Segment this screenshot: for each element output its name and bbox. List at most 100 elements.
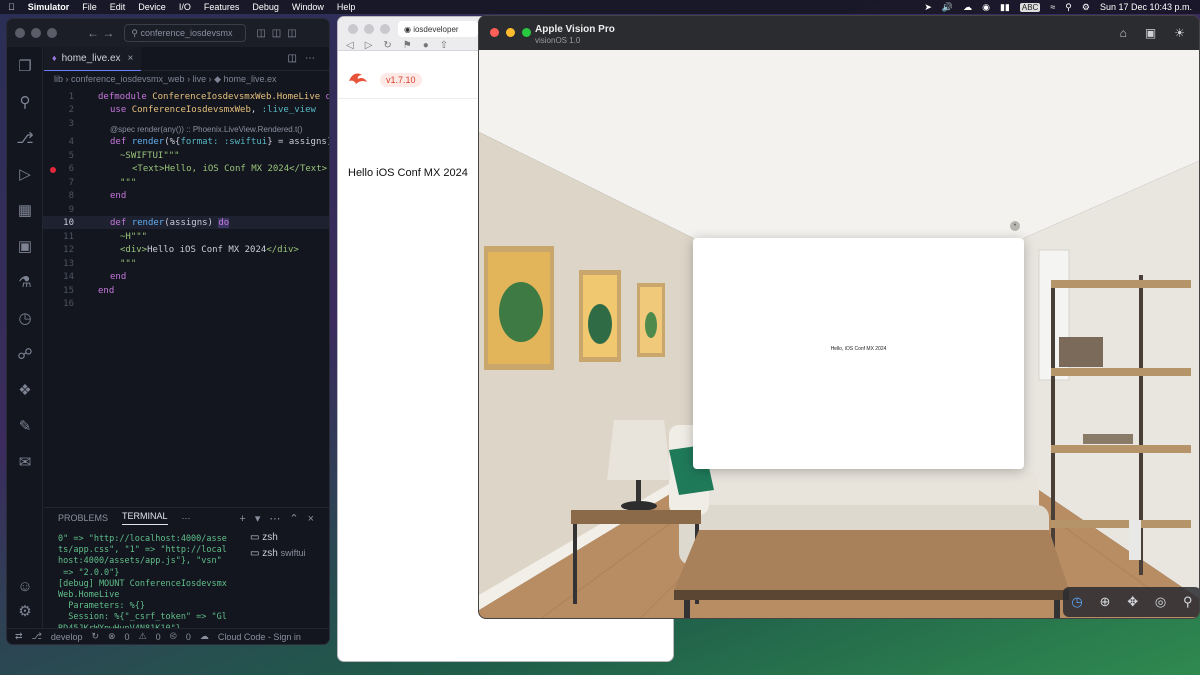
immersive-environment[interactable]: • Hello, iOS Conf MX 2024 ◷ ⊕ ✥ ◎ ⚲: [479, 50, 1199, 618]
close-button[interactable]: [348, 24, 358, 34]
code-token: use: [110, 105, 132, 115]
pan-mode-icon[interactable]: ✥: [1127, 594, 1138, 610]
close-button[interactable]: [15, 28, 25, 38]
menu-features[interactable]: Features: [204, 2, 240, 12]
menu-io[interactable]: I/O: [179, 2, 191, 12]
command-center-search[interactable]: ⚲ conference_iosdevsmx: [124, 24, 247, 42]
close-tab-icon[interactable]: ×: [128, 53, 134, 64]
home-icon[interactable]: ⌂: [1120, 26, 1127, 40]
menu-window[interactable]: Window: [292, 2, 324, 12]
panel-actions-icons[interactable]: +▾⋯⌃×: [239, 512, 323, 525]
minimize-button[interactable]: [506, 28, 515, 37]
orbit-mode-icon[interactable]: ◎: [1155, 594, 1166, 610]
menu-file[interactable]: File: [82, 2, 97, 12]
code-token: do: [320, 92, 329, 102]
cloud-code-icon[interactable]: ☁: [200, 631, 209, 642]
line-number: 8: [68, 191, 74, 201]
menu-bar:  Simulator File Edit Device I/O Feature…: [0, 0, 1200, 14]
menu-device[interactable]: Device: [138, 2, 166, 12]
layout-toggle-icons[interactable]: ◫◫◫: [256, 28, 302, 39]
cloud-icon[interactable]: ☁: [963, 2, 972, 13]
volume-icon[interactable]: 🔊: [942, 2, 953, 13]
sync-icon[interactable]: ↻: [91, 631, 99, 642]
code-token: Hello iOS Conf MX 2024: [147, 245, 267, 255]
search-icon[interactable]: ⚲: [1065, 2, 1072, 13]
tasks-icon[interactable]: ✎: [15, 417, 35, 437]
menu-app-name[interactable]: Simulator: [28, 2, 70, 12]
source-control-icon[interactable]: ⎇: [15, 129, 35, 149]
tab-home-live[interactable]: ♦ home_live.ex ×: [44, 46, 142, 71]
record-icon[interactable]: ◉: [982, 2, 990, 13]
code-line: end: [98, 286, 115, 296]
warnings-count[interactable]: 0: [156, 632, 161, 642]
brightness-icon[interactable]: ☀: [1174, 26, 1185, 40]
ports-count[interactable]: 0: [186, 632, 191, 642]
branch-icon[interactable]: ⎇: [32, 631, 42, 642]
screenshot-icon[interactable]: ▣: [1145, 26, 1156, 40]
look-mode-icon[interactable]: ⊕: [1100, 594, 1111, 610]
testing-icon[interactable]: ⚗: [15, 273, 35, 293]
browser-nav-icons[interactable]: ◁▷↻⚑●⇧: [346, 40, 459, 51]
chat-icon[interactable]: ✉: [15, 453, 35, 473]
menu-debug[interactable]: Debug: [252, 2, 279, 12]
simulator-window: Apple Vision Pro visionOS 1.0 ⌂ ▣ ☀ • He…: [478, 15, 1200, 619]
window-grabber-icon[interactable]: •: [1010, 221, 1020, 231]
control-center-icon[interactable]: ⚙: [1082, 2, 1090, 13]
code-token: :live_view: [261, 105, 316, 115]
zoom-button[interactable]: [522, 28, 531, 37]
errors-icon[interactable]: ⊗: [108, 631, 116, 642]
editor-actions-icons[interactable]: ◫⋯: [288, 53, 323, 64]
line-number: 1: [68, 92, 74, 102]
apple-menu-icon[interactable]: : [8, 2, 15, 12]
status-arrow-icon[interactable]: ➤: [924, 2, 932, 13]
errors-count[interactable]: 0: [125, 632, 130, 642]
back-forward-icon[interactable]: ← →: [87, 26, 114, 40]
explorer-icon[interactable]: ❐: [15, 57, 35, 77]
timeline-icon[interactable]: ◷: [15, 309, 35, 329]
search-icon[interactable]: ⚲: [15, 93, 35, 113]
minimize-button[interactable]: [364, 24, 374, 34]
docker-icon[interactable]: ❖: [15, 381, 35, 401]
settings-gear-icon[interactable]: ⚙: [15, 602, 35, 622]
search-label: conference_iosdevsmx: [140, 28, 233, 38]
code-lens-spec[interactable]: @spec render(any()) :: Phoenix.LiveView.…: [110, 125, 303, 134]
menu-edit[interactable]: Edit: [110, 2, 126, 12]
zoom-button[interactable]: [47, 28, 57, 38]
warnings-icon[interactable]: ⚠: [139, 631, 147, 642]
line-number: 12: [63, 245, 74, 255]
terminal-item[interactable]: ▭ zsh swiftui: [250, 548, 306, 559]
remote-explorer-icon[interactable]: ▣: [15, 237, 35, 257]
input-source-badge[interactable]: ABC: [1019, 2, 1041, 12]
browser-tab[interactable]: ◉ iosdeveloper: [398, 21, 478, 37]
menu-help[interactable]: Help: [337, 2, 356, 12]
battery-icon[interactable]: ▮▮: [1000, 2, 1010, 13]
code-line: """: [120, 178, 137, 188]
wifi-icon[interactable]: ≈: [1050, 2, 1055, 12]
more-actions-icon[interactable]: ⋯: [182, 513, 191, 524]
zoom-mode-icon[interactable]: ⚲: [1183, 594, 1193, 610]
code-line: <div>Hello iOS Conf MX 2024</div>: [120, 245, 299, 255]
line-number: 14: [63, 272, 74, 282]
tab-problems[interactable]: PROBLEMS: [58, 513, 108, 523]
branch-name[interactable]: develop: [51, 632, 83, 642]
interact-mode-icon[interactable]: ◷: [1071, 594, 1082, 610]
ports-icon[interactable]: ⧀: [170, 631, 177, 642]
account-icon[interactable]: ☺: [15, 577, 35, 597]
run-debug-icon[interactable]: ▷: [15, 165, 35, 185]
extensions-icon[interactable]: ▦: [15, 201, 35, 221]
menu-clock[interactable]: Sun 17 Dec 10:43 p.m.: [1100, 2, 1192, 12]
minimize-button[interactable]: [31, 28, 41, 38]
remote-icon[interactable]: ⇄: [15, 631, 23, 642]
terminal-item[interactable]: ▭ zsh: [250, 532, 306, 543]
tab-terminal[interactable]: TERMINAL: [122, 511, 168, 525]
breadcrumb[interactable]: lib › conference_iosdevsmx_web › live › …: [44, 71, 329, 87]
breakpoint-icon[interactable]: [50, 167, 56, 173]
code-token: format:: [180, 137, 219, 147]
cloud-code-status[interactable]: Cloud Code - Sign in: [218, 632, 301, 642]
app-window[interactable]: Hello, iOS Conf MX 2024: [693, 238, 1024, 469]
close-button[interactable]: [490, 28, 499, 37]
gitlens-icon[interactable]: ☍: [15, 345, 35, 365]
editor-area: ♦ home_live.ex × ◫⋯ lib › conference_ios…: [43, 46, 329, 507]
zoom-button[interactable]: [380, 24, 390, 34]
code-token: defmodule: [98, 92, 153, 102]
